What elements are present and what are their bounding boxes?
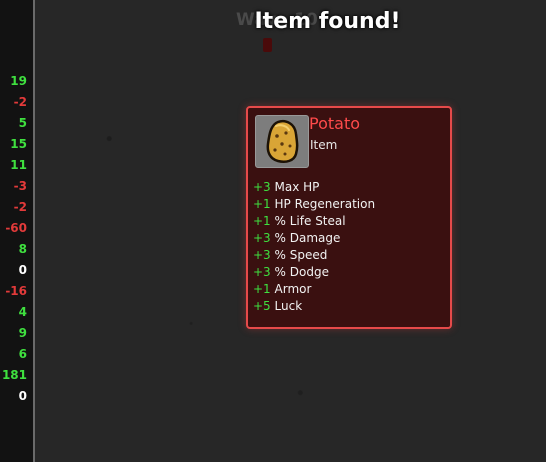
item-icon-frame [255, 115, 309, 168]
effect-label: % Damage [274, 231, 341, 245]
stat-value: 15 [10, 137, 27, 151]
effect-label: % Life Steal [274, 214, 346, 228]
effect-label: Max HP [274, 180, 320, 194]
item-type: Item [310, 138, 338, 152]
effect-amount: +3 [253, 180, 271, 194]
effect-row: +3 % Speed [253, 247, 375, 264]
effect-amount: +1 [253, 197, 271, 211]
potato-icon [266, 119, 299, 163]
effect-amount: +3 [253, 231, 271, 245]
stat-value: -60 [5, 221, 27, 235]
effect-label: % Dodge [274, 265, 329, 279]
item-effects-list: +3 Max HP +1 HP Regeneration +1 % Life S… [253, 179, 375, 315]
effect-amount: +3 [253, 248, 271, 262]
stat-value: 0 [18, 389, 27, 403]
effect-row: +1 % Life Steal [253, 213, 375, 230]
stat-value: -16 [5, 284, 27, 298]
effect-row: +1 HP Regeneration [253, 196, 375, 213]
stat-value: 0 [18, 263, 27, 277]
wave-timer-icon [263, 38, 272, 52]
effect-amount: +5 [253, 299, 271, 313]
effect-label: Armor [274, 282, 312, 296]
item-card: Potato Item +3 Max HP +1 HP Regeneration… [246, 106, 452, 329]
effect-row: +3 % Dodge [253, 264, 375, 281]
item-name: Potato [309, 114, 361, 133]
effect-label: % Speed [274, 248, 328, 262]
effect-amount: +1 [253, 282, 271, 296]
stat-value: 19 [10, 74, 27, 88]
stat-value: 9 [18, 326, 27, 340]
effect-row: +3 Max HP [253, 179, 375, 196]
effect-amount: +1 [253, 214, 271, 228]
effect-row: +1 Armor [253, 281, 375, 298]
effect-label: HP Regeneration [274, 197, 376, 211]
effect-amount: +3 [253, 265, 271, 279]
effect-label: Luck [274, 299, 303, 313]
stat-value: -2 [13, 95, 27, 109]
stat-value: 5 [18, 116, 27, 130]
stat-value: 8 [18, 242, 27, 256]
stat-value: 6 [18, 347, 27, 361]
stat-value: 11 [10, 158, 27, 172]
stat-value: -2 [13, 200, 27, 214]
stat-value: 4 [18, 305, 27, 319]
stat-value: 181 [1, 368, 27, 382]
item-found-title: Item found! [254, 9, 401, 34]
stat-value: -3 [13, 179, 27, 193]
effect-row: +5 Luck [253, 298, 375, 315]
effect-row: +3 % Damage [253, 230, 375, 247]
stats-panel: 19 -2 5 15 11 -3 -2 -60 8 0 -16 4 9 6 18… [0, 0, 35, 462]
